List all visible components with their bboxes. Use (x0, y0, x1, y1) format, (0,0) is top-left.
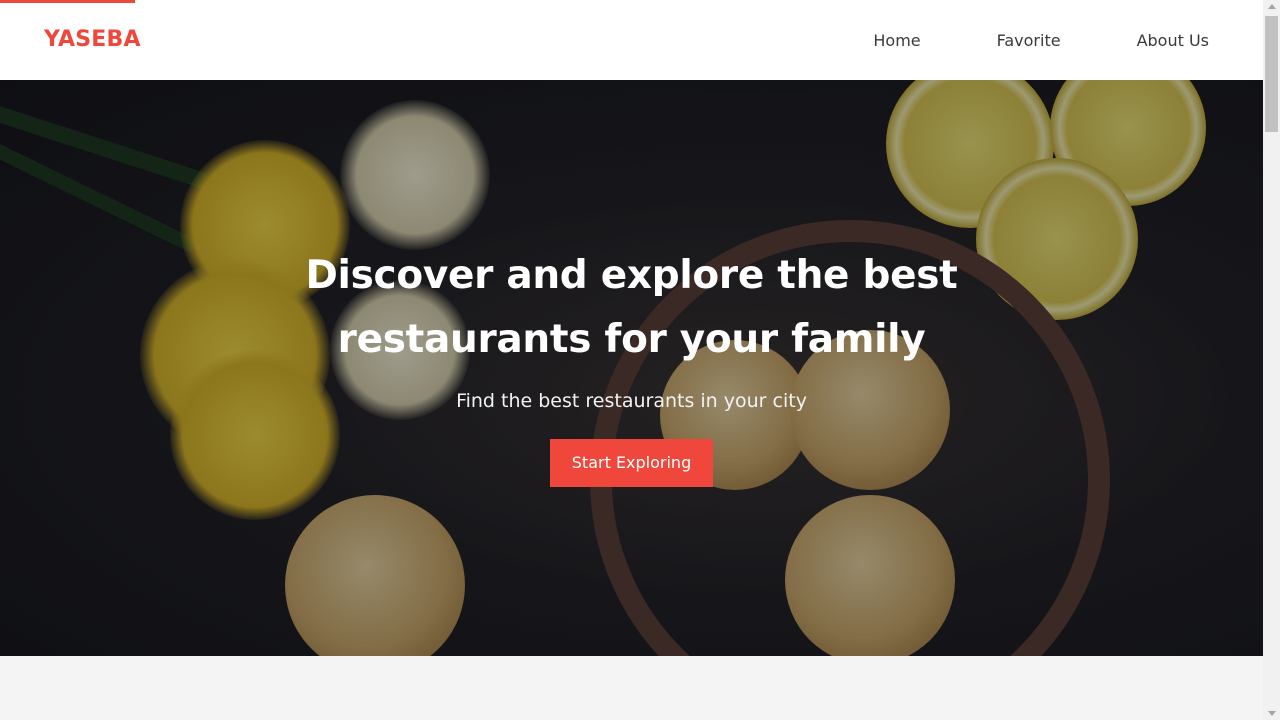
brand-logo[interactable]: YASEBA (44, 27, 141, 52)
start-exploring-button[interactable]: Start Exploring (550, 439, 713, 487)
hero-title-line-2: restaurants for your family (337, 317, 926, 362)
scroll-down-arrow-icon[interactable] (1268, 711, 1276, 716)
top-accent-bar (0, 0, 135, 3)
hero-subtitle: Find the best restaurants in your city (456, 390, 807, 412)
main-nav: Home Favorite About Us (797, 0, 1209, 80)
page-scrollbar[interactable] (1263, 0, 1280, 720)
nav-about-link[interactable]: About Us (1137, 31, 1209, 50)
nav-home-link[interactable]: Home (873, 31, 920, 50)
hero-section: Discover and explore the best restaurant… (0, 80, 1263, 656)
scrollbar-thumb[interactable] (1265, 16, 1278, 132)
nav-favorite-link[interactable]: Favorite (997, 31, 1061, 50)
hero-content: Discover and explore the best restaurant… (0, 244, 1263, 487)
scroll-up-arrow-icon[interactable] (1268, 4, 1276, 9)
hero-title-line-1: Discover and explore the best (305, 253, 958, 298)
hero-title: Discover and explore the best restaurant… (0, 244, 1263, 372)
site-header: YASEBA Home Favorite About Us (0, 0, 1263, 80)
